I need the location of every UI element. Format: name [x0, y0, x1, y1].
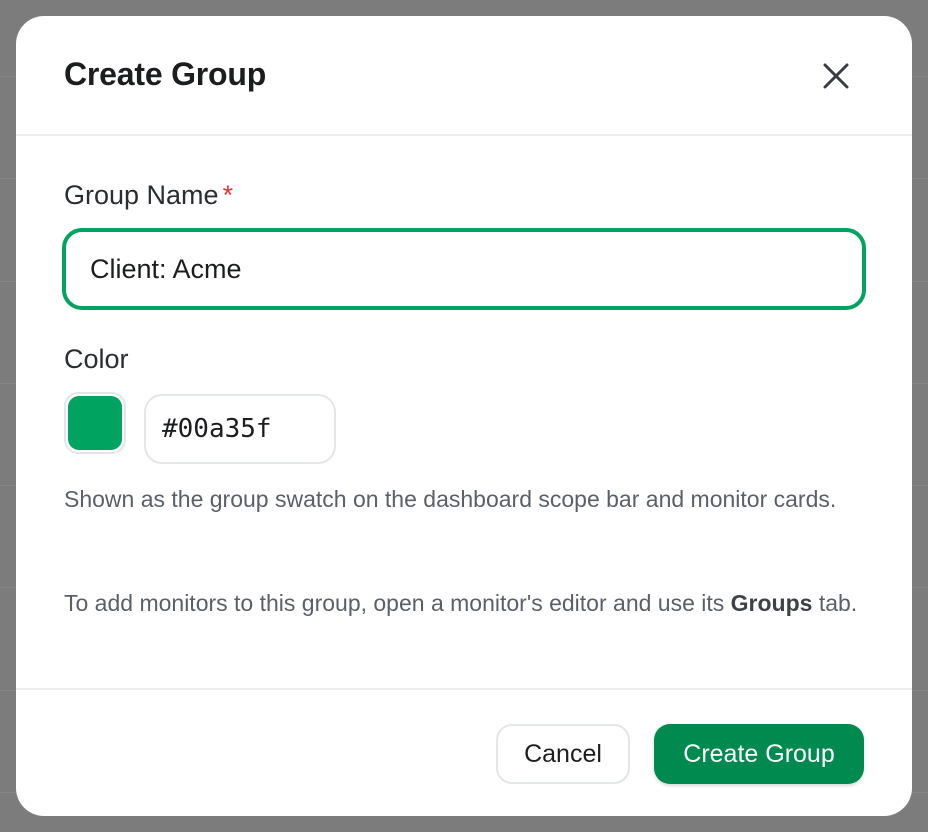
color-swatch-fill: [68, 396, 122, 450]
group-name-label-text: Group Name: [64, 180, 219, 210]
group-name-input[interactable]: [62, 228, 866, 310]
add-monitors-help-text: To add monitors to this group, open a mo…: [64, 585, 864, 621]
close-button[interactable]: [816, 56, 856, 96]
required-marker: *: [222, 180, 234, 210]
dialog-body: Group Name* Color Shown as the group swa…: [16, 136, 912, 690]
cancel-button[interactable]: Cancel: [496, 724, 630, 784]
close-icon: [823, 63, 849, 89]
create-group-button[interactable]: Create Group: [654, 724, 864, 784]
color-help-text: Shown as the group swatch on the dashboa…: [64, 486, 837, 512]
color-label: Color: [64, 344, 129, 374]
create-group-dialog: Create Group Group Name* Color Shown as …: [16, 16, 912, 816]
help-suffix: tab.: [812, 590, 858, 616]
help-prefix: To add monitors to this group, open a mo…: [64, 590, 731, 616]
color-hex-input[interactable]: [144, 394, 336, 464]
dialog-title: Create Group: [64, 56, 267, 92]
dialog-header: Create Group: [16, 16, 912, 136]
color-swatch-button[interactable]: [64, 392, 126, 454]
groups-tab-reference: Groups: [730, 590, 813, 616]
group-name-label: Group Name *: [64, 180, 233, 211]
dialog-footer: Cancel Create Group: [16, 690, 912, 816]
